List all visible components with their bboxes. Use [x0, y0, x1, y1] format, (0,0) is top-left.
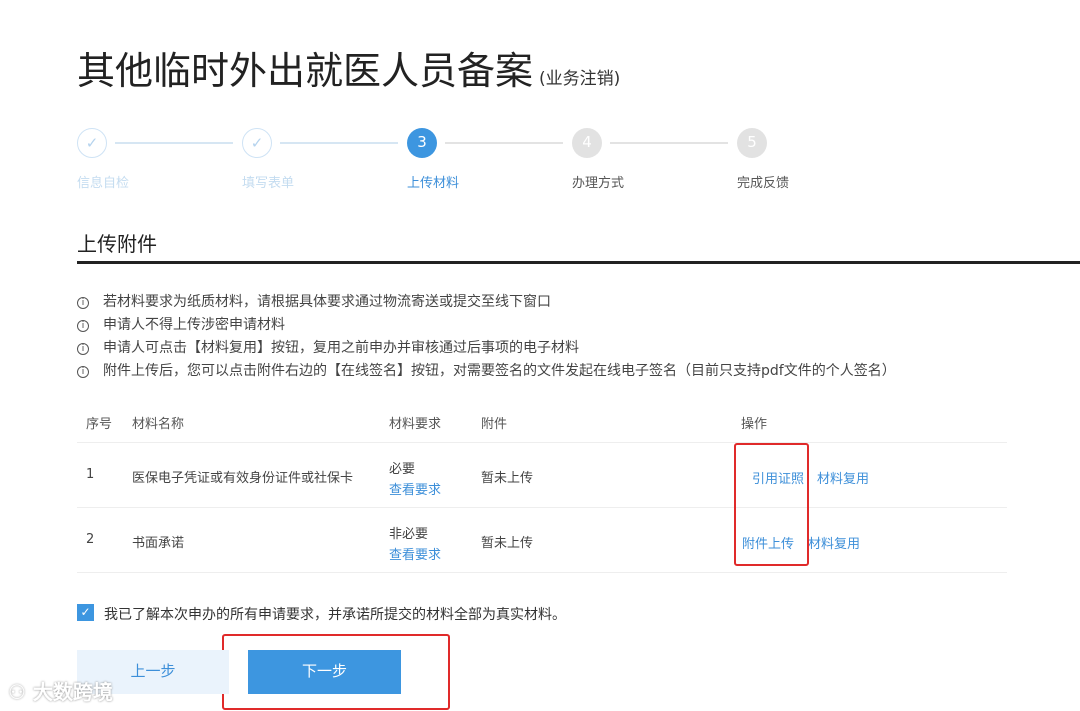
view-requirement-link[interactable]: 查看要求 [389, 544, 441, 563]
col-header-no: 序号 [86, 417, 113, 432]
cell-name: 医保电子凭证或有效身份证件或社保卡 [132, 471, 354, 486]
step-2-label: 填写表单 [242, 176, 295, 191]
agree-checkbox[interactable]: ✓ [77, 604, 94, 621]
info-icon: i [77, 296, 89, 309]
cell-no: 2 [86, 532, 95, 547]
cell-name: 书面承诺 [132, 536, 185, 551]
section-title: 上传附件 [77, 232, 157, 256]
step-connector [280, 142, 398, 144]
step-4-number: 4 [572, 128, 602, 158]
view-requirement-link[interactable]: 查看要求 [389, 479, 441, 498]
cell-attachment: 暂未上传 [481, 471, 534, 486]
page-title: 其他临时外出就医人员备案 (业务注销) [77, 49, 621, 93]
cell-no: 1 [86, 467, 95, 482]
notice-item: i 附件上传后，您可以点击附件右边的【在线签名】按钮，对需要签名的文件发起在线电子… [77, 360, 896, 383]
col-header-name: 材料名称 [132, 417, 185, 432]
step-3-number: 3 [407, 128, 437, 158]
agree-label: 我已了解本次申办的所有申请要求，并承诺所提交的材料全部为真实材料。 [104, 607, 566, 623]
next-step-button[interactable]: 下一步 [248, 650, 401, 694]
step-connector [445, 142, 563, 144]
col-header-requirement: 材料要求 [389, 417, 442, 432]
step-4-label: 办理方式 [572, 176, 625, 191]
info-icon: i [77, 319, 89, 332]
row-divider [77, 507, 1007, 508]
notice-item: i 申请人可点击【材料复用】按钮，复用之前申办并审核通过后事项的电子材料 [77, 337, 896, 360]
row-divider [77, 572, 1007, 573]
notice-list: i 若材料要求为纸质材料，请根据具体要求通过物流寄送或提交至线下窗口 i 申请人不得… [77, 291, 896, 383]
highlight-box [734, 443, 809, 566]
step-connector [610, 142, 728, 144]
step-5-number: 5 [737, 128, 767, 158]
cell-requirement: 必要 [389, 462, 416, 477]
cell-requirement: 非必要 [389, 527, 429, 542]
step-5-label: 完成反馈 [737, 176, 790, 191]
reuse-material-link[interactable]: 材料复用 [817, 468, 869, 487]
step-1-check-icon: ✓ [77, 128, 107, 158]
col-header-attachment: 附件 [481, 417, 508, 432]
page-subtitle: (业务注销) [539, 69, 621, 89]
step-1-label: 信息自检 [77, 176, 130, 191]
cell-attachment: 暂未上传 [481, 536, 534, 551]
step-2-check-icon: ✓ [242, 128, 272, 158]
step-connector [115, 142, 233, 144]
notice-item: i 若材料要求为纸质材料，请根据具体要求通过物流寄送或提交至线下窗口 [77, 291, 896, 314]
step-3-label: 上传材料 [407, 176, 460, 191]
watermark-logo: ⚇ 大数跨境 [8, 680, 113, 704]
col-header-action: 操作 [741, 417, 768, 432]
row-divider [77, 442, 1007, 443]
info-icon: i [77, 342, 89, 355]
notice-item: i 申请人不得上传涉密申请材料 [77, 314, 896, 337]
section-divider [77, 261, 1080, 264]
info-icon: i [77, 365, 89, 378]
reuse-material-link[interactable]: 材料复用 [808, 533, 860, 552]
